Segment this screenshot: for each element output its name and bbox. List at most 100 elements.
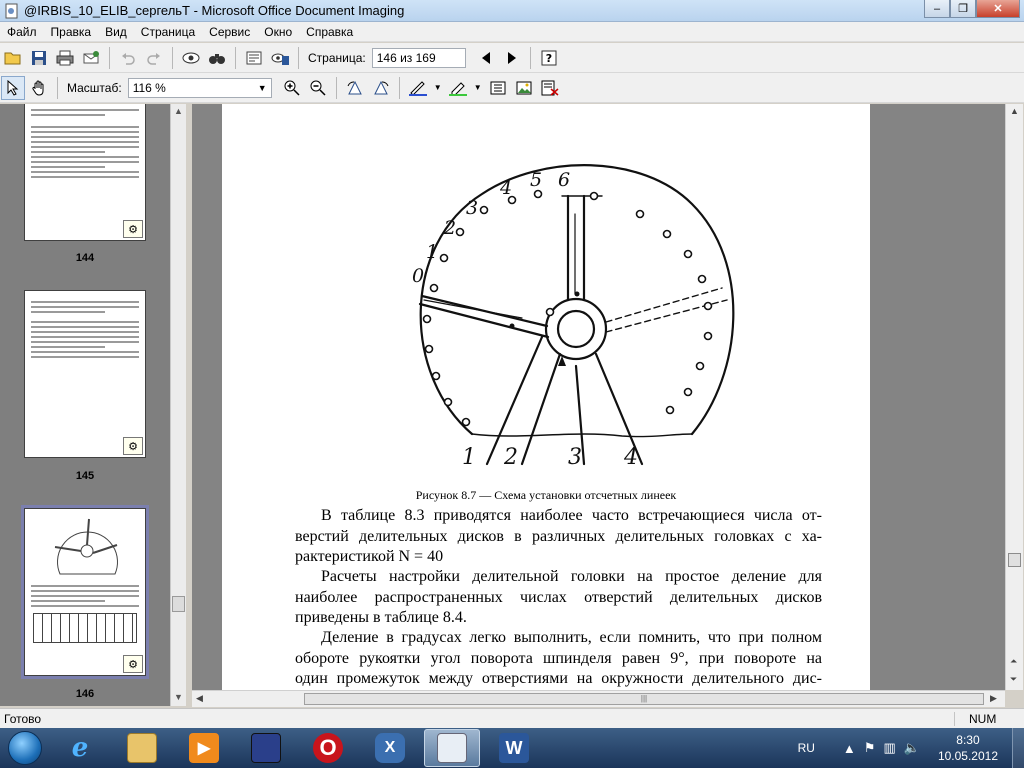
previous-page-button[interactable] [474,46,498,70]
read-mode-button[interactable] [242,46,266,70]
redo-button[interactable] [142,46,166,70]
document-page: 0 1 2 3 4 5 6 1 2 3 4 Рисунок 8.7 — Схем… [222,104,870,690]
close-button[interactable]: ✕ [976,0,1020,18]
save-button[interactable] [27,46,51,70]
minimize-button[interactable]: – [924,0,950,18]
send-text-to-word-icon [271,53,289,65]
window-title: @IRBIS_10_ELIB_сергельТ - Microsoft Offi… [24,3,405,18]
thumbnail-label: 144 [75,252,95,264]
menu-tools[interactable]: Сервис [202,25,257,39]
highlighter-dropdown-button[interactable]: ▼ [472,76,484,100]
thumbnail-page-146[interactable]: ⚙ [21,505,149,679]
annotations-toggle-button[interactable] [538,76,562,100]
pen-dropdown-button[interactable]: ▼ [432,76,444,100]
figure-callout-2: 2 [503,445,518,470]
rotate-right-button[interactable] [369,76,393,100]
thumbnail-text-line [31,311,105,313]
zoom-out-button[interactable] [306,76,330,100]
thumbnail-text-line [31,141,139,143]
vertical-scroll-thumb[interactable] [1008,553,1021,567]
menu-help[interactable]: Справка [299,25,360,39]
help-button[interactable]: ? [537,46,561,70]
zoom-select[interactable]: 116 % ▼ [127,77,272,98]
folder-icon [127,733,157,763]
horizontal-scrollbar[interactable]: ◀ ||| ▶ [192,690,1005,707]
clock[interactable]: 8:30 10.05.2012 [938,732,998,764]
volume-icon[interactable]: 🔈 [904,740,920,756]
thumbnail-scroll-thumb[interactable] [172,596,185,612]
vertical-scrollbar[interactable]: ▲ ⏶ ⏷ [1005,104,1023,690]
zoom-in-button[interactable] [280,76,304,100]
send-button[interactable] [79,46,103,70]
find-button[interactable] [205,46,229,70]
next-page-button[interactable] [500,46,524,70]
taskbar-opera[interactable]: O [300,729,356,767]
document-viewer[interactable]: 0 1 2 3 4 5 6 1 2 3 4 Рисунок 8.7 — Схем… [192,104,1005,690]
figure-label-0: 0 [412,265,424,287]
zoom-out-icon [310,80,326,96]
taskbar-app-x[interactable]: X [362,729,418,767]
scroll-right-icon[interactable]: ▶ [990,693,997,704]
thumbnail-text-line [31,585,139,587]
reading-icon [246,51,262,64]
network-icon[interactable]: ▥ [883,740,895,756]
thumbnail-text-line [31,156,139,158]
rotate-left-button[interactable] [343,76,367,100]
send-to-word-button[interactable] [268,46,292,70]
language-indicator[interactable]: RU [798,741,815,755]
page-number-input[interactable] [371,47,466,68]
open-button[interactable] [1,46,25,70]
show-desktop-button[interactable] [1012,728,1024,768]
text-line: обороте рукоятки угол поворота шпинделя … [295,649,822,667]
menu-page[interactable]: Страница [134,25,202,39]
binoculars-icon [209,53,225,64]
toolbar-separator [172,46,173,69]
flag-icon[interactable]: ⚑ [864,740,876,756]
show-hidden-icons-icon[interactable]: ▲ [843,741,856,756]
thumbnail-text-line [31,126,139,128]
thumbnail-text-line [31,306,139,308]
select-tool-button[interactable] [1,75,25,100]
undo-button[interactable] [116,46,140,70]
text-line: верстий делительных дисков в различных д… [295,527,822,545]
previous-page-arrows-icon[interactable]: ⏶ [1010,656,1017,667]
taskbar-document-imaging[interactable] [424,729,480,767]
taskbar-internet-explorer[interactable]: e [52,729,108,767]
thumbnail-scrollbar[interactable]: ▲ ▼ [170,104,186,706]
toolbar-separator [298,46,299,69]
text-box-button[interactable] [486,76,510,100]
print-button[interactable] [53,46,77,70]
taskbar-media-player[interactable]: ▶ [176,729,232,767]
figure-label-4: 4 [499,177,512,199]
standard-toolbar: Страница: ? [0,43,1024,73]
recognize-text-button[interactable] [179,46,203,70]
next-page-arrows-icon[interactable]: ⏷ [1010,674,1017,685]
scroll-up-icon[interactable]: ▲ [174,106,183,116]
thumbnail-text-line [31,176,139,178]
scroll-down-icon[interactable]: ▼ [174,692,183,702]
opera-icon: O [313,733,343,763]
document-imaging-icon [437,733,467,763]
highlighter-button[interactable] [446,76,470,100]
menu-view[interactable]: Вид [98,25,134,39]
start-button[interactable] [4,728,46,768]
figure-caption: Рисунок 8.7 — Схема установки отсчетных … [415,488,677,502]
menu-file[interactable]: Файл [0,25,44,39]
thumbnail-page-145[interactable]: ⚙ [24,290,146,458]
toolbar-separator [57,76,58,99]
menu-edit[interactable]: Правка [44,25,99,39]
pan-tool-button[interactable] [27,76,51,100]
system-tray: RU ▲ ⚑ ▥ 🔈 8:30 10.05.2012 [798,728,1024,768]
thumbnail-page-144[interactable]: ⚙ [24,104,146,241]
pen-button[interactable] [406,76,430,100]
menu-window[interactable]: Окно [257,25,299,39]
taskbar-explorer[interactable] [114,729,170,767]
arrow-left-icon [481,51,490,64]
taskbar-save-app[interactable] [238,729,294,767]
restore-button[interactable]: ❐ [950,0,976,18]
horizontal-scroll-thumb[interactable]: ||| [304,693,984,705]
scroll-left-icon[interactable]: ◀ [196,693,203,704]
scroll-up-icon[interactable]: ▲ [1010,106,1019,116]
taskbar-word[interactable]: W [486,729,542,767]
insert-picture-button[interactable] [512,76,536,100]
